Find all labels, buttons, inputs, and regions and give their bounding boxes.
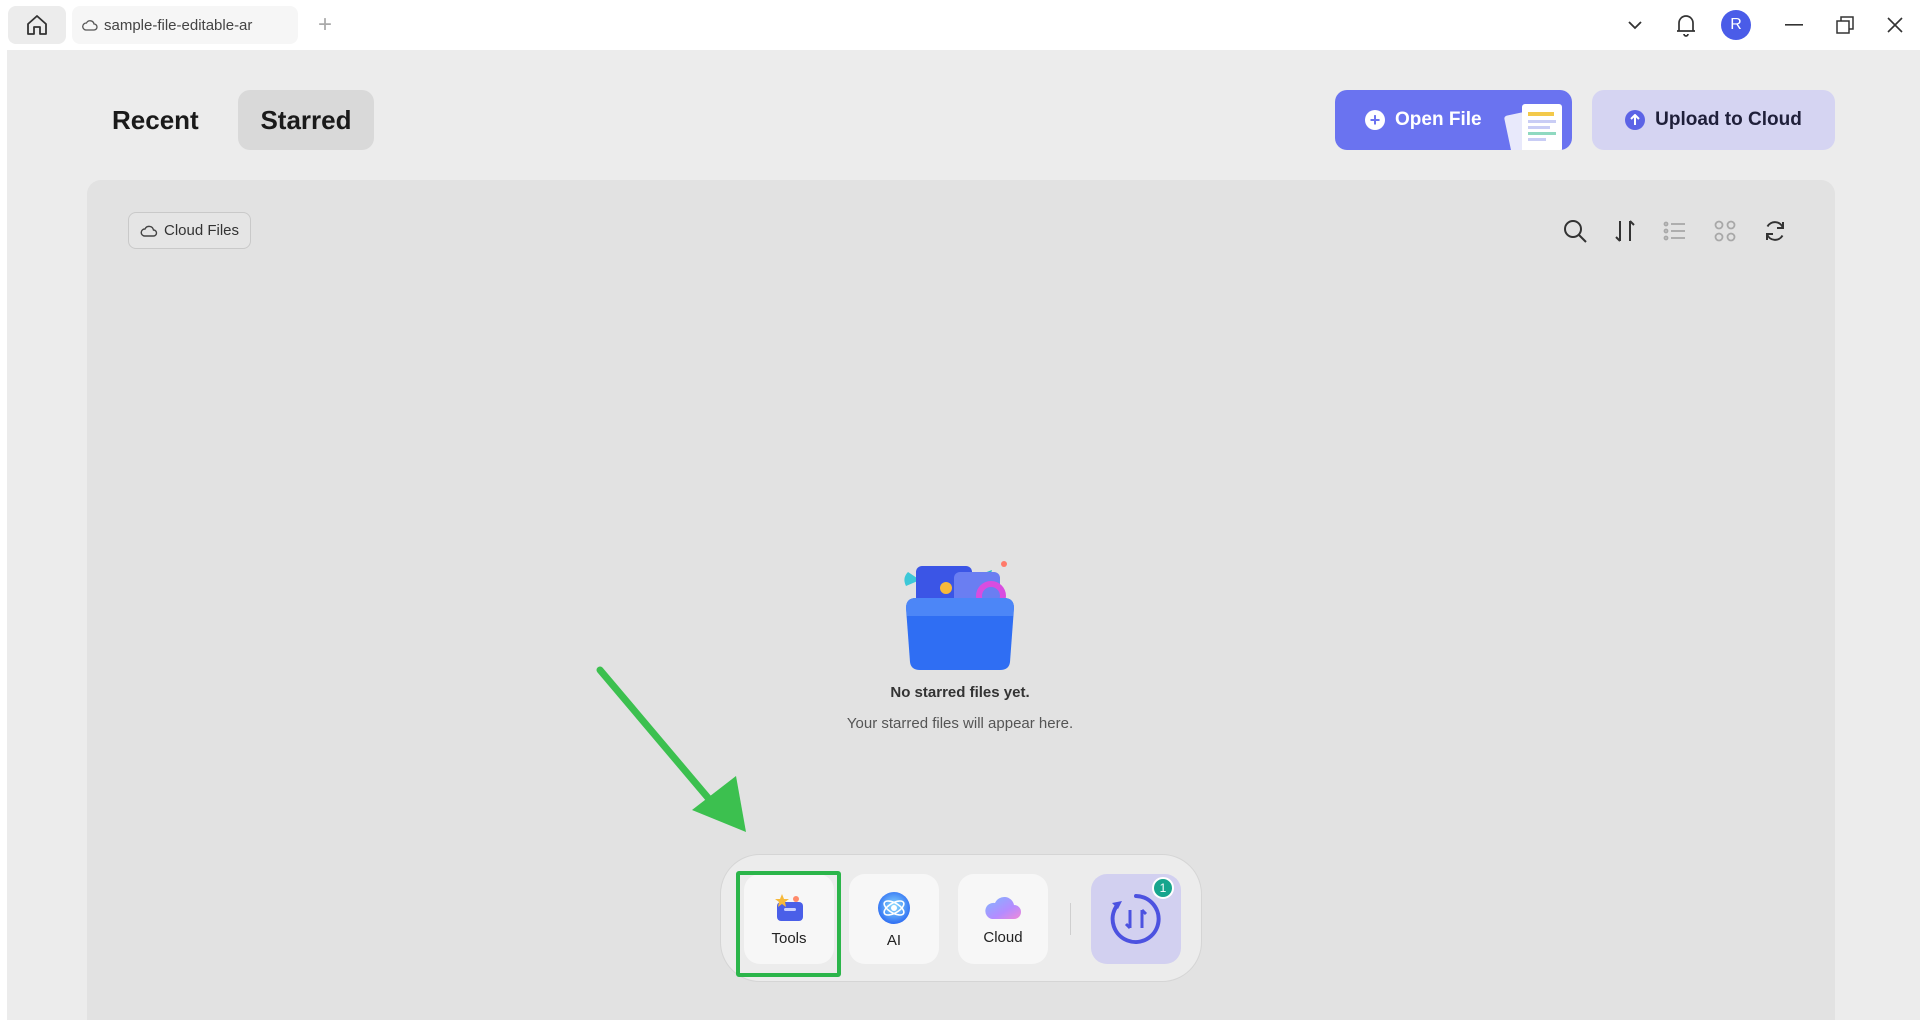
tab-starred[interactable]: Starred: [238, 90, 374, 150]
dock-cloud-button[interactable]: Cloud: [958, 874, 1048, 964]
tools-highlight-box: [736, 871, 841, 977]
dock-cloud-label: Cloud: [983, 928, 1023, 946]
minimize-button[interactable]: [1774, 0, 1814, 50]
cloud-icon: [985, 896, 1021, 919]
cloud-icon: [140, 225, 158, 237]
plus-icon: +: [1365, 110, 1385, 130]
close-button[interactable]: [1875, 0, 1915, 50]
upload-icon: [1625, 110, 1646, 130]
refresh-button[interactable]: [1759, 215, 1791, 247]
search-button[interactable]: [1559, 215, 1591, 247]
tab-recent[interactable]: Recent: [90, 90, 221, 150]
empty-folder-illustration: [904, 561, 1014, 670]
document-tab-title: sample-file-editable-ar: [104, 16, 253, 34]
convert-count-badge: 1: [1152, 877, 1174, 899]
upload-to-cloud-button[interactable]: Upload to Cloud: [1592, 90, 1835, 150]
list-view-icon: [1663, 221, 1685, 241]
bell-icon: [1677, 15, 1695, 37]
open-file-label: Open File: [1395, 109, 1482, 130]
search-icon: [1564, 220, 1587, 243]
restore-button[interactable]: [1825, 0, 1865, 50]
restore-icon: [1836, 16, 1854, 34]
new-tab-button[interactable]: +: [312, 11, 338, 38]
upload-to-cloud-label: Upload to Cloud: [1655, 109, 1802, 130]
dock-ai-label: AI: [886, 931, 902, 949]
home-icon: [27, 15, 47, 35]
refresh-icon: [1766, 221, 1784, 241]
title-bar: sample-file-editable-ar + R: [0, 0, 1920, 50]
grid-view-icon: [1714, 220, 1736, 242]
documents-icon: [1504, 104, 1562, 150]
document-tab[interactable]: sample-file-editable-ar: [72, 6, 298, 44]
dock-ai-button[interactable]: AI: [849, 874, 939, 964]
sort-button[interactable]: [1609, 215, 1641, 247]
empty-state-subtitle: Your starred files will appear here.: [846, 715, 1074, 732]
sort-icon: [1615, 220, 1635, 242]
user-avatar-button[interactable]: R: [1716, 0, 1756, 50]
notifications-button[interactable]: [1666, 0, 1706, 50]
dock-divider: [1070, 903, 1071, 935]
cloud-icon: [82, 20, 98, 31]
chevron-down-icon: [1628, 21, 1642, 30]
avatar: R: [1721, 10, 1751, 40]
convert-icon: [1110, 894, 1161, 944]
tab-list-button[interactable]: [1615, 0, 1655, 50]
cloud-files-filter[interactable]: Cloud Files: [128, 212, 251, 249]
grid-view-button[interactable]: [1709, 215, 1741, 247]
list-view-button[interactable]: [1659, 215, 1691, 247]
cloud-files-label: Cloud Files: [163, 222, 240, 239]
open-file-button[interactable]: + Open File: [1335, 90, 1572, 150]
annotation-arrow: [596, 666, 746, 832]
minimize-icon: [1785, 24, 1803, 26]
close-icon: [1887, 17, 1903, 33]
empty-state-title: No starred files yet.: [890, 684, 1030, 701]
home-button[interactable]: [8, 6, 66, 44]
ai-icon: [878, 891, 910, 924]
